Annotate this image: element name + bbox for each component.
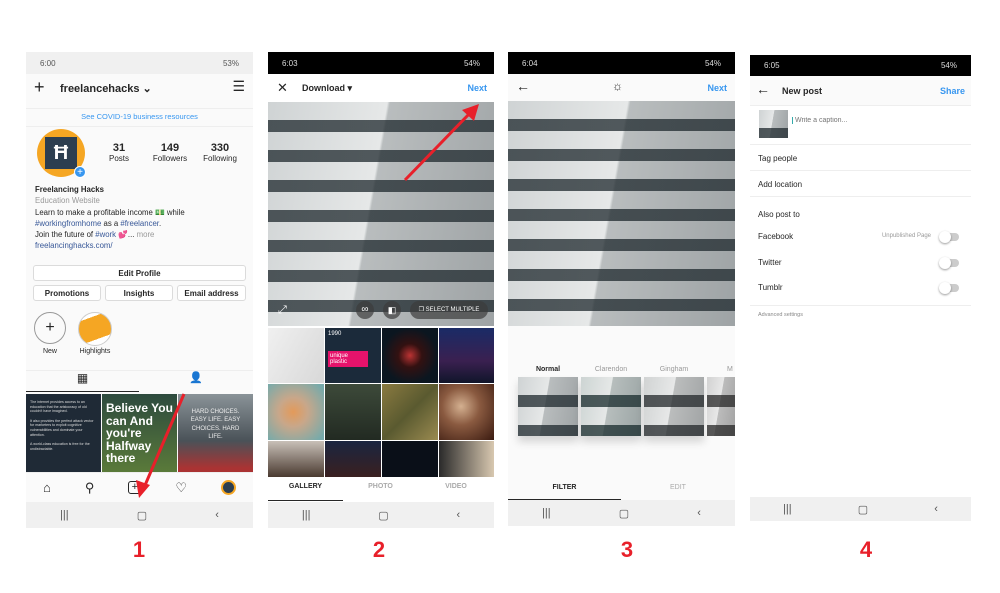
step-number-2: 2 — [372, 537, 386, 562]
advanced-settings-link[interactable]: Advanced settings — [758, 312, 803, 318]
facebook-label: Facebook — [758, 232, 794, 241]
recents-icon[interactable]: ||| — [783, 503, 792, 515]
back-icon[interactable]: ‹ — [934, 503, 938, 515]
back-arrow-icon[interactable]: ← — [756, 81, 770, 97]
red-arrow — [136, 393, 186, 498]
screen-filter: 6:04 54% ← ☼ Next Normal Clarendon Gingha… — [508, 52, 735, 526]
filter-label-normal: Normal — [535, 366, 561, 373]
screen-new-post: 6:0554% ← New post Share Tag people Add … — [750, 55, 971, 521]
screen-gallery: 6:03 54% ✕ Download ▾ Next ⤢ ∞ ◧ ❐ SELECT… — [268, 52, 494, 528]
facebook-note: Unpublished Page — [881, 233, 931, 239]
status-bar: 6:05 54% — [750, 55, 971, 76]
screen-profile: 6:00 53% + freelancehacks ⌄ ☰ See COVID-1… — [26, 52, 253, 528]
divider — [750, 305, 971, 306]
filter-normal[interactable] — [518, 377, 578, 436]
twitter-toggle[interactable] — [939, 257, 959, 269]
also-post-to-label: Also post to — [758, 210, 800, 219]
step-number-3: 3 — [620, 537, 634, 562]
filter-gingham[interactable] — [644, 377, 704, 436]
facebook-toggle[interactable] — [939, 231, 959, 243]
back-icon[interactable]: ‹ — [697, 507, 701, 519]
photo-preview — [508, 101, 735, 326]
post-thumbnail — [759, 110, 788, 138]
page-title: New post — [782, 86, 823, 96]
filter-label-m: M — [727, 366, 733, 373]
divider — [750, 170, 971, 171]
home-button-icon[interactable]: ▢ — [619, 507, 629, 520]
step-number-4: 4 — [859, 537, 873, 562]
filter-clarendon[interactable] — [581, 377, 641, 436]
red-arrow — [403, 104, 479, 182]
tumblr-label: Tumblr — [758, 283, 783, 292]
filter-label-clarendon: Clarendon — [594, 366, 628, 373]
next-button[interactable]: Next — [707, 83, 727, 93]
twitter-label: Twitter — [758, 258, 782, 267]
home-button-icon[interactable]: ▢ — [858, 503, 868, 516]
back-arrow-icon[interactable]: ← — [516, 78, 530, 94]
android-nav-bar: ||| ▢ ‹ — [508, 500, 735, 526]
status-bar: 6:04 54% — [508, 52, 735, 74]
step-number-1: 1 — [132, 537, 146, 562]
divider — [750, 196, 971, 197]
tab-edit[interactable]: EDIT — [621, 484, 735, 491]
tab-filter[interactable]: FILTER — [508, 484, 621, 500]
recents-icon[interactable]: ||| — [542, 507, 551, 519]
caption-input[interactable] — [792, 117, 962, 124]
tag-people-row[interactable]: Tag people — [758, 154, 797, 163]
android-nav-bar: ||| ▢ ‹ — [750, 497, 971, 521]
tumblr-toggle[interactable] — [939, 282, 959, 294]
add-location-row[interactable]: Add location — [758, 180, 802, 189]
divider — [750, 144, 971, 145]
share-button[interactable]: Share — [940, 86, 965, 96]
filter-m[interactable] — [707, 377, 735, 436]
brightness-icon[interactable]: ☼ — [612, 79, 623, 93]
filter-label-gingham: Gingham — [659, 366, 689, 373]
